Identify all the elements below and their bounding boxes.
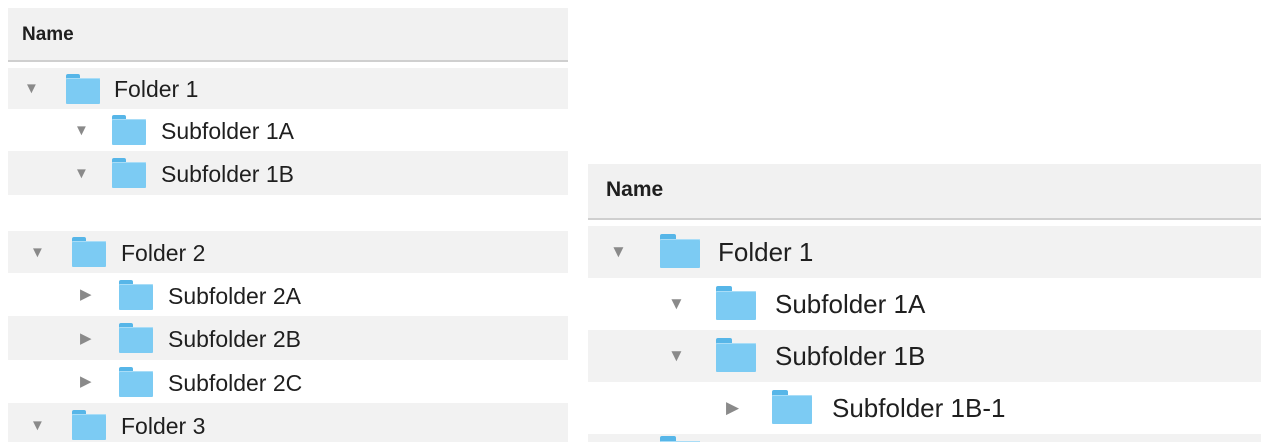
tree-row-subfolder-2b[interactable]: ▶ Subfolder 2B bbox=[8, 316, 568, 360]
disclosure-triangle-collapsed-icon[interactable]: ▶ bbox=[80, 287, 92, 302]
disclosure-triangle-expanded-icon[interactable]: ▼ bbox=[74, 123, 89, 138]
tree-row-label: Subfolder 2C bbox=[168, 370, 303, 396]
file-browser-left: Name ▼ Folder 1 ▼ Subfolder 1A ▼ Subfold… bbox=[8, 8, 568, 442]
folder-icon bbox=[72, 237, 106, 267]
folder-icon bbox=[72, 410, 106, 440]
folder-icon bbox=[119, 323, 153, 353]
tree-row-label: Subfolder 1A bbox=[775, 289, 926, 319]
folder-icon bbox=[660, 234, 700, 268]
tree-row-subfolder-1b-1[interactable]: ▶ Subfolder 1B-1 bbox=[588, 382, 1261, 434]
tree-row-folder-1[interactable]: ▼ Folder 1 bbox=[8, 68, 568, 109]
tree-row-label: Subfolder 2A bbox=[168, 283, 301, 309]
folder-icon bbox=[119, 280, 153, 310]
tree-row-subfolder-2a[interactable]: ▶ Subfolder 2A bbox=[8, 273, 568, 316]
name-column-header[interactable]: Name bbox=[588, 164, 1261, 220]
tree-row-subfolder-1b[interactable]: ▼ Subfolder 1B bbox=[588, 330, 1261, 382]
disclosure-triangle-expanded-icon[interactable]: ▼ bbox=[610, 243, 627, 260]
tree-row-subfolder-1b[interactable]: ▼ Subfolder 1B bbox=[8, 151, 568, 195]
name-column-header[interactable]: Name bbox=[8, 8, 568, 62]
tree-row-partial bbox=[588, 434, 1261, 442]
name-column-label: Name bbox=[22, 24, 74, 45]
disclosure-triangle-expanded-icon[interactable]: ▼ bbox=[24, 81, 39, 96]
tree-row-folder-2[interactable]: ▼ Folder 2 bbox=[8, 231, 568, 273]
disclosure-triangle-collapsed-icon[interactable]: ▶ bbox=[80, 331, 92, 346]
folder-icon bbox=[112, 115, 146, 145]
tree-row-label: Folder 1 bbox=[718, 237, 814, 267]
disclosure-triangle-collapsed-icon[interactable]: ▶ bbox=[80, 374, 92, 389]
file-browser-right: Name ▼ Folder 1 ▼ Subfolder 1A ▼ Subfold… bbox=[588, 164, 1261, 442]
folder-icon bbox=[772, 390, 812, 424]
folder-icon bbox=[660, 436, 700, 442]
folder-icon bbox=[119, 367, 153, 397]
tree-row-label: Subfolder 1B-1 bbox=[832, 393, 1006, 423]
disclosure-triangle-collapsed-icon[interactable]: ▶ bbox=[726, 399, 739, 416]
tree-row-label: Folder 1 bbox=[114, 76, 199, 102]
folder-icon bbox=[716, 286, 756, 320]
tree-row-label: Subfolder 2B bbox=[168, 326, 301, 352]
tree-row-label: Subfolder 1B bbox=[161, 161, 294, 187]
folder-icon bbox=[716, 338, 756, 372]
tree-row-label: Folder 2 bbox=[121, 240, 206, 266]
tree-row-subfolder-2c[interactable]: ▶ Subfolder 2C bbox=[8, 360, 568, 403]
folder-icon bbox=[66, 74, 100, 104]
disclosure-triangle-expanded-icon[interactable]: ▼ bbox=[30, 418, 45, 433]
disclosure-triangle-expanded-icon[interactable]: ▼ bbox=[668, 347, 685, 364]
disclosure-triangle-expanded-icon[interactable]: ▼ bbox=[668, 295, 685, 312]
disclosure-triangle-expanded-icon[interactable]: ▼ bbox=[30, 245, 45, 260]
tree-row-label: Subfolder 1A bbox=[161, 118, 294, 144]
tree-row-subfolder-1a[interactable]: ▼ Subfolder 1A bbox=[588, 278, 1261, 330]
tree-row-subfolder-1a[interactable]: ▼ Subfolder 1A bbox=[8, 109, 568, 151]
name-column-label: Name bbox=[606, 178, 664, 201]
tree-row-label: Folder 3 bbox=[121, 413, 206, 439]
disclosure-triangle-expanded-icon[interactable]: ▼ bbox=[74, 166, 89, 181]
tree-row-folder-3[interactable]: ▼ Folder 3 bbox=[8, 403, 568, 442]
folder-icon bbox=[112, 158, 146, 188]
tree-row-folder-1[interactable]: ▼ Folder 1 bbox=[588, 226, 1261, 278]
tree-row-label: Subfolder 1B bbox=[775, 341, 926, 371]
